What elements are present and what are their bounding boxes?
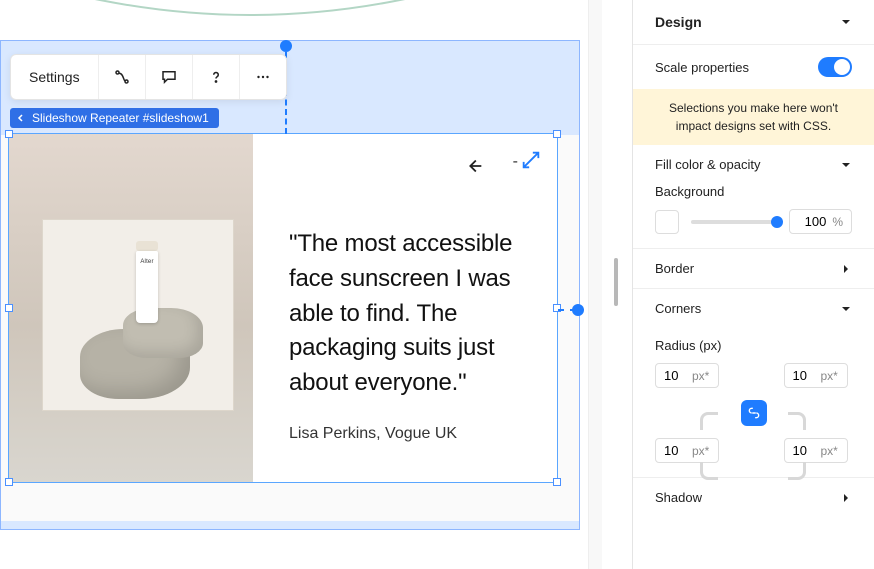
comment-icon <box>160 68 178 86</box>
scale-properties-row: Scale properties <box>633 45 874 89</box>
radius-bl-input[interactable] <box>664 443 686 458</box>
radius-tr-input[interactable] <box>793 368 815 383</box>
radius-bl-unit: px* <box>692 444 709 458</box>
shadow-section-header[interactable]: Shadow <box>633 477 874 517</box>
editor-canvas[interactable]: Settings Slideshow Repeater #slideshow <box>0 0 602 569</box>
css-override-notice: Selections you make here won't impact de… <box>633 89 874 145</box>
fill-section-label: Fill color & opacity <box>655 157 760 172</box>
selection-tag-label: Slideshow Repeater #slideshow1 <box>32 111 209 125</box>
help-icon <box>207 68 225 86</box>
opacity-unit: % <box>832 215 843 229</box>
background-color-swatch[interactable] <box>655 210 679 234</box>
more-button[interactable] <box>239 55 286 99</box>
resize-handle-tr[interactable] <box>553 130 561 138</box>
design-section-header[interactable]: Design <box>633 0 874 45</box>
link-icon <box>747 406 761 420</box>
chevron-down-icon <box>840 16 852 28</box>
animation-button[interactable] <box>98 55 145 99</box>
border-section-label: Border <box>655 261 694 276</box>
settings-button[interactable]: Settings <box>11 55 98 99</box>
resize-handle-tl[interactable] <box>5 130 13 138</box>
radius-bl-field[interactable]: px* <box>655 438 719 463</box>
help-button[interactable] <box>192 55 239 99</box>
corners-section-label: Corners <box>655 301 701 316</box>
canvas-scrollbar[interactable] <box>588 0 602 569</box>
scale-properties-toggle[interactable] <box>818 57 852 77</box>
radius-label: Radius (px) <box>655 338 721 353</box>
chevron-right-icon <box>840 263 852 275</box>
selection-frame <box>8 133 558 483</box>
comment-button[interactable] <box>145 55 192 99</box>
resize-handle-br[interactable] <box>553 478 561 486</box>
background-opacity-row: Background % <box>633 184 874 248</box>
chevron-down-icon <box>840 303 852 315</box>
radius-br-input[interactable] <box>793 443 815 458</box>
radius-block: Radius (px) px* px* px* <box>633 328 874 463</box>
chevron-down-icon <box>840 159 852 171</box>
radius-tl-field[interactable]: px* <box>655 363 719 388</box>
animation-icon <box>113 68 131 86</box>
background-label: Background <box>655 184 852 199</box>
anchor-right-guide <box>558 309 576 311</box>
opacity-value-field[interactable]: % <box>789 209 852 234</box>
shadow-section-label: Shadow <box>655 490 702 505</box>
design-section-label: Design <box>655 14 702 30</box>
opacity-slider[interactable] <box>691 220 777 224</box>
corners-section-header[interactable]: Corners <box>633 288 874 328</box>
link-corners-button[interactable] <box>741 400 767 426</box>
selection-tag[interactable]: Slideshow Repeater #slideshow1 <box>10 108 219 128</box>
resize-handle-ml[interactable] <box>5 304 13 312</box>
element-toolbar: Settings <box>10 54 287 100</box>
radius-tr-unit: px* <box>821 369 838 383</box>
opacity-input[interactable] <box>798 214 826 229</box>
radius-tl-input[interactable] <box>664 368 686 383</box>
scale-properties-label: Scale properties <box>655 60 749 75</box>
design-panel: Design Scale properties Selections you m… <box>632 0 874 569</box>
radius-br-unit: px* <box>821 444 838 458</box>
panel-splitter[interactable] <box>614 258 618 306</box>
border-section-header[interactable]: Border <box>633 248 874 288</box>
radius-tl-unit: px* <box>692 369 709 383</box>
resize-handle-bl[interactable] <box>5 478 13 486</box>
radius-tr-field[interactable]: px* <box>784 363 848 388</box>
radius-br-field[interactable]: px* <box>784 438 848 463</box>
more-icon <box>254 68 272 86</box>
settings-label: Settings <box>29 69 80 85</box>
anchor-top-handle[interactable] <box>280 40 292 52</box>
chevron-left-icon <box>16 113 26 123</box>
chevron-right-icon <box>840 492 852 504</box>
fill-section-header[interactable]: Fill color & opacity <box>633 145 874 184</box>
